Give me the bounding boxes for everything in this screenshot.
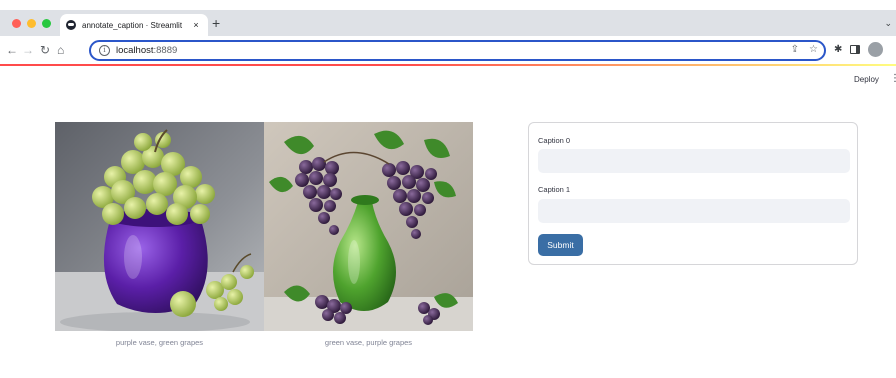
main-menu-icon[interactable]: ⋮ xyxy=(890,73,896,84)
new-tab-button[interactable]: + xyxy=(212,15,220,31)
deploy-button[interactable]: Deploy xyxy=(854,75,879,84)
caption-1-label: Caption 1 xyxy=(538,185,571,194)
tab-title: annotate_caption · Streamlit xyxy=(82,20,183,30)
profile-avatar[interactable] xyxy=(868,42,884,57)
url-host: localhost xyxy=(116,45,154,56)
image-0-caption: purple vase, green grapes xyxy=(115,338,204,347)
image-1-illustration xyxy=(264,122,473,331)
address-bar[interactable]: i localhost:8889 ⇪ ☆ xyxy=(89,40,826,61)
url-port: :8889 xyxy=(153,45,178,56)
submit-button[interactable]: Submit xyxy=(538,234,583,256)
minimize-window-button[interactable] xyxy=(27,19,36,28)
caption-1-input[interactable] xyxy=(538,199,850,223)
reload-icon[interactable]: ↻ xyxy=(40,43,50,57)
site-info-icon[interactable]: i xyxy=(99,45,110,56)
browser-tab-strip: annotate_caption · Streamlit × + ⌄ xyxy=(0,10,896,36)
tab-search-chevron-icon[interactable]: ⌄ xyxy=(884,18,892,29)
side-panel-icon[interactable] xyxy=(850,45,861,54)
back-arrow-icon[interactable]: ← xyxy=(6,43,18,57)
maximize-window-button[interactable] xyxy=(42,19,51,28)
caption-0-input[interactable] xyxy=(538,149,850,173)
share-icon[interactable]: ⇪ xyxy=(791,44,799,55)
caption-form: Caption 0 Caption 1 Submit xyxy=(528,122,858,265)
forward-arrow-icon[interactable]: → xyxy=(22,43,34,57)
image-green-vase-purple-grapes xyxy=(264,122,473,331)
caption-0-label: Caption 0 xyxy=(538,136,571,145)
app-header: Deploy ⋮ xyxy=(0,66,896,92)
close-window-button[interactable] xyxy=(12,19,21,28)
image-purple-vase-green-grapes xyxy=(55,122,264,331)
streamlit-favicon-icon xyxy=(66,20,76,30)
extensions-puzzle-icon[interactable]: ✱ xyxy=(834,44,842,55)
browser-toolbar: ← → ↻ ⌂ i localhost:8889 ⇪ ☆ ✱ ⋮ xyxy=(0,36,896,64)
image-1-caption: green vase, purple grapes xyxy=(324,338,413,347)
image-0-illustration xyxy=(55,122,264,331)
close-tab-icon[interactable]: × xyxy=(190,20,202,30)
browser-tab[interactable]: annotate_caption · Streamlit × xyxy=(60,14,208,36)
home-icon[interactable]: ⌂ xyxy=(57,43,64,57)
bookmark-star-icon[interactable]: ☆ xyxy=(809,44,818,55)
